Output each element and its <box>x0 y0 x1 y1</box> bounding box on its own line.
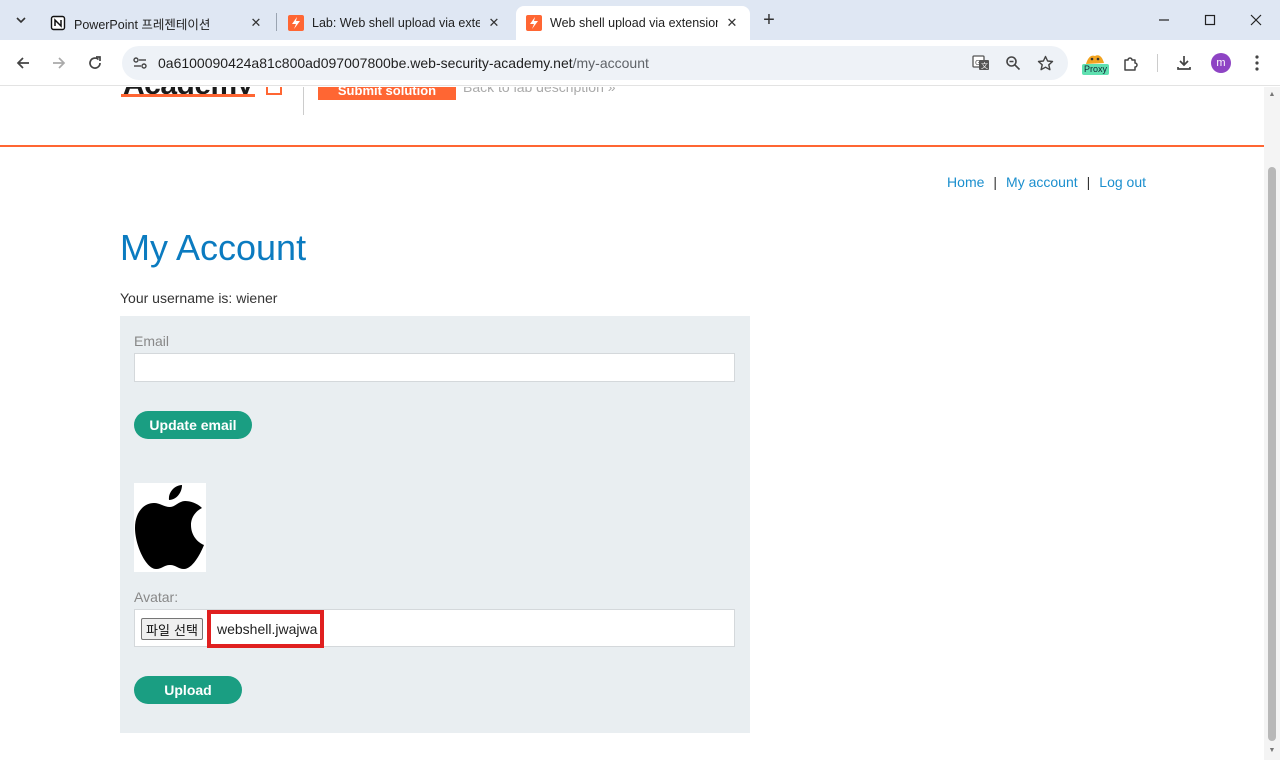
portswigger-icon <box>526 15 542 31</box>
upload-button[interactable]: Upload <box>134 676 242 704</box>
header-divider <box>303 87 304 115</box>
back-icon[interactable] <box>10 50 36 76</box>
apple-logo-icon <box>135 485 204 569</box>
close-window-icon[interactable] <box>1233 0 1279 40</box>
svg-text:文: 文 <box>981 61 988 70</box>
close-tab-icon[interactable]: ✕ <box>724 15 740 31</box>
account-form-panel: Email Update email Avatar: 파일 선택 webshel… <box>120 316 750 733</box>
nav-separator: | <box>993 174 998 190</box>
address-bar[interactable]: 0a6100090424a81c800ad097007800be.web-sec… <box>122 46 1068 80</box>
portswigger-icon <box>288 15 304 31</box>
bookmark-star-icon[interactable] <box>1036 54 1054 72</box>
selected-file-name: webshell.jwajwa <box>207 610 324 648</box>
email-label: Email <box>134 333 170 349</box>
zoom-icon[interactable] <box>1004 54 1022 72</box>
reload-icon[interactable] <box>82 50 108 76</box>
extensions-puzzle-icon[interactable] <box>1120 52 1142 74</box>
web-page: Academy Submit solution Back to lab desc… <box>0 87 1264 760</box>
tab-title: Web shell upload via extension <box>550 16 718 30</box>
forward-icon[interactable] <box>46 50 72 76</box>
tab-divider <box>276 13 277 31</box>
top-nav: Home | My account | Log out <box>947 174 1146 190</box>
close-tab-icon[interactable]: ✕ <box>486 15 502 31</box>
page-title: My Account <box>120 227 307 268</box>
tab-title: PowerPoint 프레젠테이션 <box>74 17 211 32</box>
url-text[interactable]: 0a6100090424a81c800ad097007800be.web-sec… <box>158 55 649 71</box>
maximize-icon[interactable] <box>1187 0 1233 40</box>
toolbar-divider <box>1157 54 1158 72</box>
proxy-label: Proxy <box>1082 64 1110 75</box>
svg-text:G: G <box>975 59 980 67</box>
close-tab-icon[interactable]: ✕ <box>248 15 264 31</box>
nav-separator: | <box>1086 174 1091 190</box>
tab-strip: PowerPoint 프레젠테이션 ✕ Lab: Web shell uploa… <box>0 0 1280 40</box>
scroll-down-icon[interactable]: ▼ <box>1268 747 1276 755</box>
avatar-label: Avatar: <box>134 589 179 605</box>
logout-link[interactable]: Log out <box>1099 174 1146 190</box>
minimize-icon[interactable] <box>1141 0 1187 40</box>
downloads-icon[interactable] <box>1173 52 1195 74</box>
email-field[interactable] <box>134 353 735 382</box>
notion-icon <box>50 15 66 31</box>
lab-header: Academy Submit solution Back to lab desc… <box>0 87 1264 147</box>
tab-web-shell-lab[interactable]: Web shell upload via extension ✕ <box>516 6 750 40</box>
translate-icon[interactable]: G文 <box>972 54 990 72</box>
avatar-file-input[interactable]: 파일 선택 webshell.jwajwa <box>134 609 735 648</box>
tab-search-icon[interactable] <box>8 7 34 33</box>
site-info-icon[interactable] <box>131 54 149 72</box>
back-to-lab-link[interactable]: Back to lab description » <box>463 87 616 95</box>
url-path: /my-account <box>572 55 649 71</box>
browser-toolbar: 0a6100090424a81c800ad097007800be.web-sec… <box>0 40 1280 86</box>
tab-powerpoint[interactable]: PowerPoint 프레젠테이션 ✕ <box>40 6 274 40</box>
academy-logo[interactable]: Academy <box>121 87 255 97</box>
my-account-link[interactable]: My account <box>1006 174 1078 190</box>
avatar-image <box>134 483 206 572</box>
username-text: Your username is: wiener <box>120 290 278 306</box>
update-email-button[interactable]: Update email <box>134 411 252 439</box>
proxy-extension-icon[interactable]: Proxy <box>1081 52 1110 76</box>
submit-solution-button[interactable]: Submit solution <box>318 87 456 100</box>
scroll-up-icon[interactable]: ▲ <box>1268 91 1276 99</box>
more-menu-icon[interactable] <box>1246 52 1268 74</box>
tab-lab-description[interactable]: Lab: Web shell upload via extension ✕ <box>278 6 512 40</box>
tab-title: Lab: Web shell upload via extension <box>312 16 480 30</box>
home-link[interactable]: Home <box>947 174 984 190</box>
logo-mark <box>266 87 282 95</box>
page-scrollbar[interactable]: ▲ ▼ <box>1264 87 1280 760</box>
new-tab-icon[interactable]: + <box>758 9 780 31</box>
profile-avatar[interactable]: m <box>1211 53 1231 73</box>
url-host: 0a6100090424a81c800ad097007800be.web-sec… <box>158 55 573 71</box>
choose-file-button[interactable]: 파일 선택 <box>141 618 203 640</box>
scroll-thumb[interactable] <box>1268 167 1276 741</box>
